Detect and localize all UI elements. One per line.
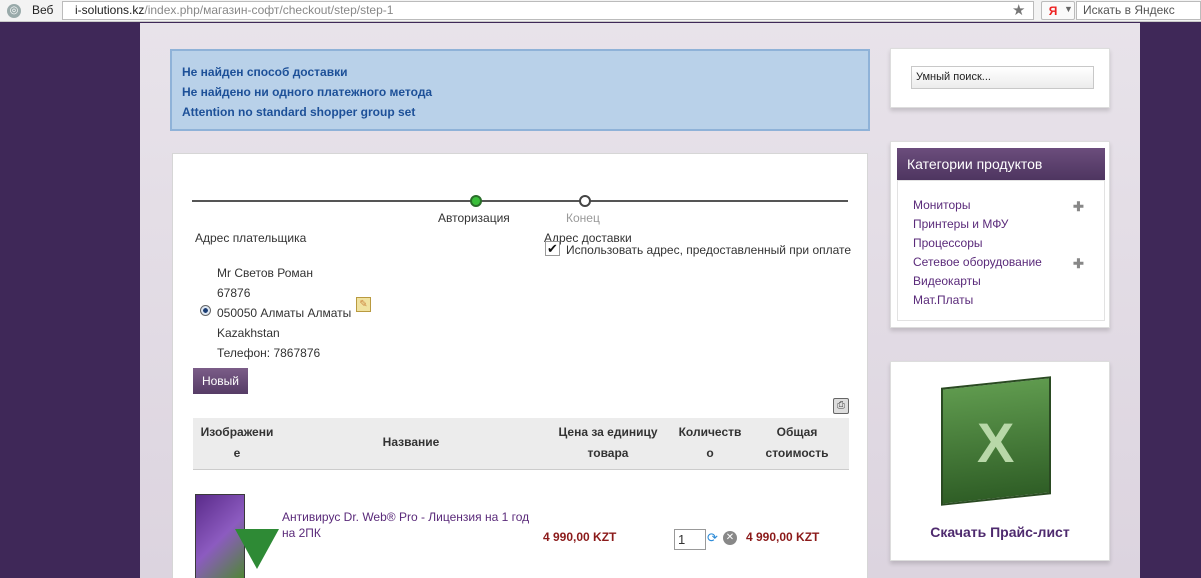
- categories-box: Категории продуктов Мониторы ✚ Принтеры …: [890, 141, 1110, 328]
- message: Не найден способ доставки: [182, 65, 348, 79]
- globe-icon[interactable]: ◎: [7, 4, 21, 18]
- address-line: Kazakhstan: [217, 326, 280, 340]
- th-price-line: товара: [587, 446, 629, 460]
- th-image: Изображени е: [193, 422, 281, 464]
- message: Не найдено ни одного платежного метода: [182, 85, 433, 99]
- browser-tab-label[interactable]: Веб: [32, 3, 53, 17]
- th-qty: Количеств о: [671, 422, 749, 464]
- categories-title: Категории продуктов: [897, 148, 1105, 180]
- edit-address-icon[interactable]: ✎: [356, 297, 371, 312]
- page-wrapper: Не найден способ доставки Не найдено ни …: [140, 23, 1140, 578]
- checkout-panel: Авторизация Конец Адрес плательщика Адре…: [172, 153, 868, 578]
- new-address-button[interactable]: Новый: [193, 368, 248, 394]
- category-link[interactable]: Сетевое оборудование: [913, 255, 1042, 269]
- billing-address-label: Адрес плательщика: [195, 231, 307, 245]
- url-path: /index.php/магазин-софт/checkout/step/st…: [144, 3, 394, 17]
- th-price-line: Цена за единицу: [558, 425, 658, 439]
- yandex-icon: Я: [1048, 4, 1058, 18]
- th-price: Цена за единицу товара: [543, 422, 673, 464]
- category-link[interactable]: Видеокарты: [913, 274, 981, 288]
- price-list-box: X Скачать Прайс-лист: [890, 361, 1110, 561]
- expand-icon[interactable]: ✚: [1073, 256, 1084, 272]
- delete-icon[interactable]: ✕: [723, 531, 737, 545]
- th-qty-line: Количеств: [678, 425, 742, 439]
- step-label-end: Конец: [566, 211, 600, 225]
- product-image-badge: [235, 529, 279, 569]
- system-messages: Не найден способ доставки Не найдено ни …: [170, 49, 870, 131]
- use-billing-checkbox[interactable]: ✔: [545, 241, 560, 256]
- quantity-input[interactable]: 1: [674, 529, 706, 550]
- step-dot-active: [470, 195, 482, 207]
- excel-x-icon: X: [977, 411, 1015, 474]
- url-domain: i-solutions.kz: [75, 3, 145, 17]
- address-radio[interactable]: [200, 305, 211, 316]
- th-total-line: стоимость: [765, 446, 829, 460]
- th-total: Общая стоимость: [759, 422, 835, 464]
- search-box: Умный поиск...: [890, 48, 1110, 108]
- categories-list: Мониторы ✚ Принтеры и МФУ Процессоры Сет…: [897, 180, 1105, 321]
- browser-toolbar: ◎ Веб i-solutions.kz/index.php/магазин-с…: [0, 0, 1201, 22]
- smart-search-input[interactable]: Умный поиск...: [911, 66, 1094, 89]
- message: Attention no standard shopper group set: [182, 105, 416, 119]
- use-billing-label: Использовать адрес, предоставленный при …: [566, 243, 852, 257]
- yandex-search-input[interactable]: Искать в Яндекс: [1076, 1, 1201, 20]
- bookmark-star-icon[interactable]: ★: [1012, 1, 1025, 19]
- cart-table-header: Изображени е Название Цена за единицу това…: [193, 418, 849, 470]
- category-link[interactable]: Мониторы: [913, 198, 970, 212]
- step-dot: [579, 195, 591, 207]
- th-image-line: Изображени: [200, 425, 274, 439]
- chevron-down-icon[interactable]: ▼: [1064, 4, 1073, 14]
- step-label-auth: Авторизация: [438, 211, 510, 225]
- address-line: 67876: [217, 286, 251, 300]
- row-total: 4 990,00 KZT: [746, 530, 820, 544]
- checkout-progress-line: [192, 200, 848, 202]
- th-name: Название: [382, 435, 440, 449]
- category-link[interactable]: Мат.Платы: [913, 293, 973, 307]
- printer-icon[interactable]: ⎙: [833, 398, 849, 414]
- product-name-link[interactable]: Антивирус Dr. Web® Pro - Лицензия на 1 г…: [282, 509, 542, 541]
- yandex-button[interactable]: Я ▼: [1041, 1, 1075, 20]
- address-line: Mr Светов Роман: [217, 266, 313, 280]
- download-price-list-link[interactable]: Скачать Прайс-лист: [891, 524, 1109, 540]
- address-line: Телефон: 7867876: [217, 346, 321, 360]
- th-total-line: Общая: [776, 425, 818, 439]
- th-qty-line: о: [706, 446, 714, 460]
- address-bar[interactable]: i-solutions.kz/index.php/магазин-софт/ch…: [62, 1, 1034, 20]
- th-image-line: е: [233, 446, 241, 460]
- category-link[interactable]: Принтеры и МФУ: [913, 217, 1008, 231]
- refresh-icon[interactable]: ⟳: [707, 531, 721, 545]
- category-link[interactable]: Процессоры: [913, 236, 983, 250]
- address-line: 050050 Алматы Алматы: [217, 306, 352, 320]
- expand-icon[interactable]: ✚: [1073, 199, 1084, 215]
- unit-price: 4 990,00 KZT: [543, 530, 617, 544]
